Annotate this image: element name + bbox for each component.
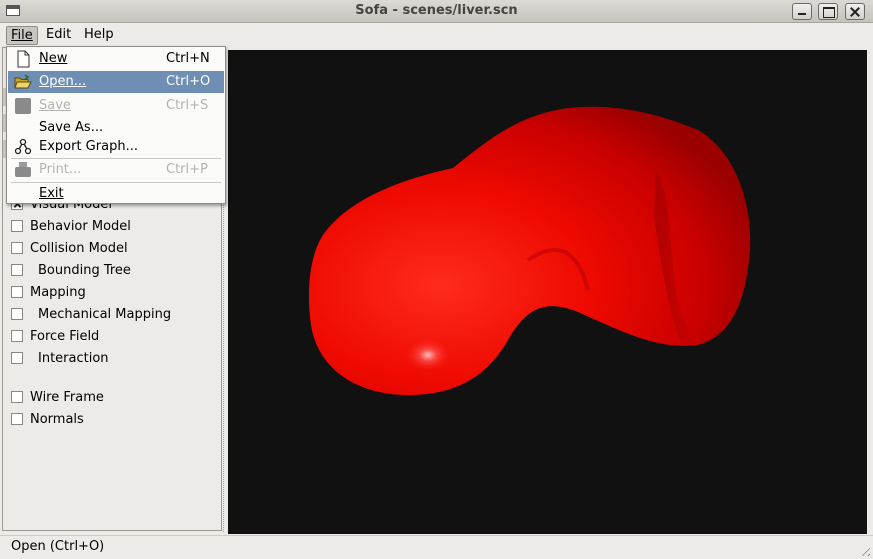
exit-label: Exit <box>39 186 64 201</box>
wire-frame-label: Wire Frame <box>30 389 104 405</box>
window-title: Sofa - scenes/liver.scn <box>355 3 518 18</box>
liver-surface <box>308 106 751 395</box>
close-button[interactable] <box>845 3 865 20</box>
new-document-icon <box>17 50 30 68</box>
menu-item-open[interactable]: Open... Ctrl+O <box>8 71 224 93</box>
flag-behavior-model[interactable]: Behavior Model <box>11 217 131 235</box>
behavior-model-checkbox[interactable] <box>11 220 23 232</box>
export-graph-label: Export Graph... <box>39 139 138 154</box>
menu-edit-label: Edit <box>46 27 72 42</box>
3d-viewport[interactable] <box>228 50 867 534</box>
printer-icon <box>15 162 31 177</box>
open-shortcut: Ctrl+O <box>166 74 211 89</box>
new-label: New <box>39 51 68 66</box>
menu-file[interactable]: File <box>6 26 38 45</box>
file-menu-dropdown: New Ctrl+N Open... Ctrl+O Save Ctrl+S Sa… <box>6 46 226 204</box>
flag-interaction[interactable]: Interaction <box>11 349 109 367</box>
open-label: Open... <box>39 74 87 89</box>
flag-force-field[interactable]: Force Field <box>11 327 99 345</box>
bounding-tree-label: Bounding Tree <box>38 262 131 278</box>
save-as-label: Save As... <box>39 120 104 135</box>
specular-highlight <box>406 339 450 371</box>
wire-frame-checkbox[interactable] <box>11 391 23 403</box>
status-bar: Open (Ctrl+O) <box>0 535 873 559</box>
bounding-tree-checkbox[interactable] <box>11 264 23 276</box>
interaction-checkbox[interactable] <box>11 352 23 364</box>
print-shortcut: Ctrl+P <box>166 162 208 177</box>
menu-item-new[interactable]: New Ctrl+N <box>8 48 224 70</box>
graph-icon <box>14 138 32 155</box>
menu-help[interactable]: Help <box>80 26 118 45</box>
mechanical-mapping-checkbox[interactable] <box>11 308 23 320</box>
flag-bounding-tree[interactable]: Bounding Tree <box>11 261 131 279</box>
menu-bar: File Edit Help <box>0 24 873 46</box>
flag-collision-model[interactable]: Collision Model <box>11 239 128 257</box>
menu-item-save[interactable]: Save Ctrl+S <box>8 95 224 117</box>
mechanical-mapping-label: Mechanical Mapping <box>38 306 172 322</box>
title-bar: Sofa - scenes/liver.scn <box>0 0 873 23</box>
mapping-label: Mapping <box>30 284 86 300</box>
liver-model-render <box>308 106 751 395</box>
collision-model-label: Collision Model <box>30 240 128 256</box>
viewer-right-border <box>868 50 873 534</box>
force-field-label: Force Field <box>30 328 100 344</box>
menu-item-print[interactable]: Print... Ctrl+P <box>8 159 224 181</box>
flag-mechanical-mapping[interactable]: Mechanical Mapping <box>11 305 171 323</box>
menu-edit[interactable]: Edit <box>42 26 75 45</box>
interaction-label: Interaction <box>38 350 109 366</box>
behavior-model-label: Behavior Model <box>30 218 131 234</box>
force-field-checkbox[interactable] <box>11 330 23 342</box>
print-label: Print... <box>39 162 82 177</box>
minimize-button[interactable] <box>792 3 812 20</box>
normals-label: Normals <box>30 411 84 427</box>
flag-wire-frame[interactable]: Wire Frame <box>11 388 104 406</box>
menu-file-label: File <box>11 28 33 43</box>
save-icon <box>15 98 31 114</box>
menu-item-export-graph[interactable]: Export Graph... <box>8 136 224 158</box>
flag-normals[interactable]: Normals <box>11 410 84 428</box>
flag-mapping[interactable]: Mapping <box>11 283 86 301</box>
new-shortcut: Ctrl+N <box>166 51 210 66</box>
menu-item-exit[interactable]: Exit <box>8 183 224 205</box>
menu-help-label: Help <box>84 27 114 42</box>
collision-model-checkbox[interactable] <box>11 242 23 254</box>
resize-grip-icon[interactable] <box>858 544 870 556</box>
save-shortcut: Ctrl+S <box>166 98 209 113</box>
maximize-button[interactable] <box>818 3 838 20</box>
open-folder-icon <box>14 74 32 89</box>
save-label: Save <box>39 98 71 113</box>
mapping-checkbox[interactable] <box>11 286 23 298</box>
normals-checkbox[interactable] <box>11 413 23 425</box>
status-text: Open (Ctrl+O) <box>11 539 105 554</box>
